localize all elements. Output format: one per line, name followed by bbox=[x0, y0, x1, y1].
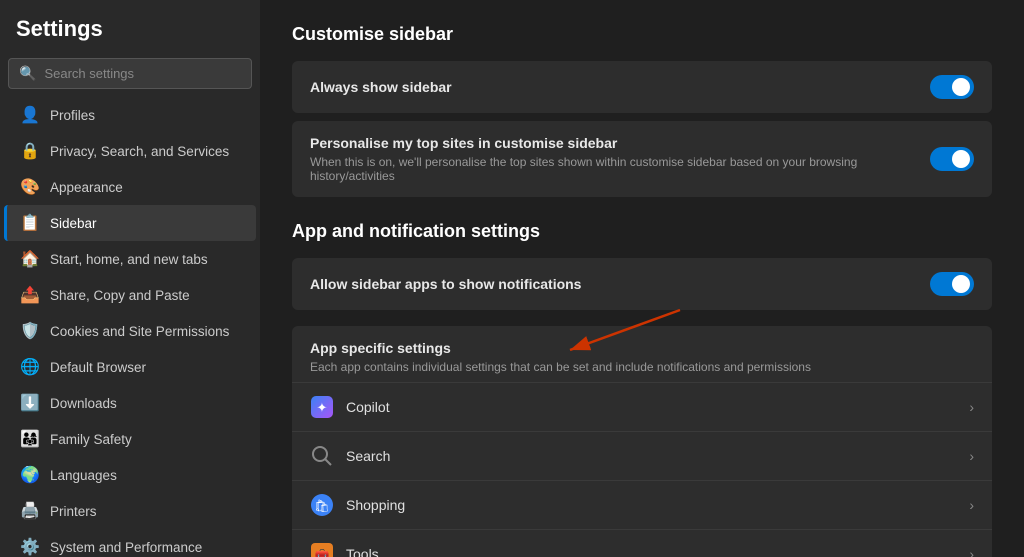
tools-app-icon: 🧰 bbox=[310, 542, 334, 557]
start-home-label: Start, home, and new tabs bbox=[50, 252, 208, 267]
shopping-app-label: Shopping bbox=[346, 497, 405, 513]
nav-list: 👤 Profiles 🔒 Privacy, Search, and Servic… bbox=[0, 97, 260, 557]
allow-notifications-label: Allow sidebar apps to show notifications bbox=[310, 276, 581, 292]
personalise-top-sites-card: Personalise my top sites in customise si… bbox=[292, 121, 992, 197]
sidebar-label: Sidebar bbox=[50, 216, 97, 231]
sidebar-item-printers[interactable]: 🖨️ Printers bbox=[4, 493, 256, 529]
sidebar-item-system-perf[interactable]: ⚙️ System and Performance bbox=[4, 529, 256, 557]
sidebar-item-family-safety[interactable]: 👨‍👩‍👧 Family Safety bbox=[4, 421, 256, 457]
languages-label: Languages bbox=[50, 468, 117, 483]
appearance-label: Appearance bbox=[50, 180, 123, 195]
copilot-app-icon: ✦ bbox=[310, 395, 334, 419]
app-specific-section: App specific settings Each app contains … bbox=[292, 326, 992, 557]
family-safety-icon: 👨‍👩‍👧 bbox=[20, 429, 40, 449]
app-item-tools[interactable]: 🧰 Tools › bbox=[292, 530, 992, 557]
svg-text:✦: ✦ bbox=[317, 400, 328, 415]
sidebar: Settings 🔍 👤 Profiles 🔒 Privacy, Search,… bbox=[0, 0, 260, 557]
always-show-sidebar-card: Always show sidebar bbox=[292, 61, 992, 113]
family-safety-label: Family Safety bbox=[50, 432, 132, 447]
sidebar-item-profiles[interactable]: 👤 Profiles bbox=[4, 97, 256, 133]
privacy-icon: 🔒 bbox=[20, 141, 40, 161]
printers-label: Printers bbox=[50, 504, 97, 519]
search-app-label: Search bbox=[346, 448, 390, 464]
tools-chevron-icon: › bbox=[969, 546, 974, 557]
sidebar-item-share-copy[interactable]: 📤 Share, Copy and Paste bbox=[4, 277, 256, 313]
appearance-icon: 🎨 bbox=[20, 177, 40, 197]
svg-text:🛍: 🛍 bbox=[314, 499, 329, 513]
allow-notifications-card: Allow sidebar apps to show notifications bbox=[292, 258, 992, 310]
search-container[interactable]: 🔍 bbox=[8, 58, 252, 89]
sidebar-item-downloads[interactable]: ⬇️ Downloads bbox=[4, 385, 256, 421]
start-home-icon: 🏠 bbox=[20, 249, 40, 269]
search-icon: 🔍 bbox=[19, 65, 36, 82]
tools-app-label: Tools bbox=[346, 546, 379, 557]
search-app-icon bbox=[310, 444, 334, 468]
main-content: Customise sidebar Always show sidebar Pe… bbox=[260, 0, 1024, 557]
profiles-icon: 👤 bbox=[20, 105, 40, 125]
default-browser-label: Default Browser bbox=[50, 360, 146, 375]
app-specific-desc: Each app contains individual settings th… bbox=[310, 360, 974, 374]
app-item-search[interactable]: Search › bbox=[292, 432, 992, 481]
search-input[interactable] bbox=[44, 66, 241, 81]
svg-text:🧰: 🧰 bbox=[315, 548, 330, 557]
downloads-label: Downloads bbox=[50, 396, 117, 411]
downloads-icon: ⬇️ bbox=[20, 393, 40, 413]
sidebar-title: Settings bbox=[0, 16, 260, 58]
app-notification-title: App and notification settings bbox=[292, 221, 992, 242]
share-copy-icon: 📤 bbox=[20, 285, 40, 305]
languages-icon: 🌍 bbox=[20, 465, 40, 485]
always-show-label: Always show sidebar bbox=[310, 79, 930, 95]
app-item-shopping[interactable]: 🛍 Shopping › bbox=[292, 481, 992, 530]
sidebar-item-default-browser[interactable]: 🌐 Default Browser bbox=[4, 349, 256, 385]
sidebar-item-start-home[interactable]: 🏠 Start, home, and new tabs bbox=[4, 241, 256, 277]
sidebar-item-sidebar[interactable]: 📋 Sidebar bbox=[4, 205, 256, 241]
privacy-label: Privacy, Search, and Services bbox=[50, 144, 229, 159]
notifications-toggle[interactable] bbox=[930, 272, 974, 296]
app-item-copilot[interactable]: ✦ Copilot › bbox=[292, 383, 992, 432]
system-perf-label: System and Performance bbox=[50, 540, 202, 555]
main-wrapper: Customise sidebar Always show sidebar Pe… bbox=[260, 0, 1024, 557]
copilot-chevron-icon: › bbox=[969, 399, 974, 415]
app-list: ✦ Copilot › Search › 🛍 Shopping › 🧰 Tool… bbox=[292, 383, 992, 557]
default-browser-icon: 🌐 bbox=[20, 357, 40, 377]
personalise-label: Personalise my top sites in customise si… bbox=[310, 135, 930, 151]
always-show-toggle[interactable] bbox=[930, 75, 974, 99]
shopping-chevron-icon: › bbox=[969, 497, 974, 513]
personalise-toggle[interactable] bbox=[930, 147, 974, 171]
customise-sidebar-title: Customise sidebar bbox=[292, 24, 992, 45]
cookies-icon: 🛡️ bbox=[20, 321, 40, 341]
sidebar-icon: 📋 bbox=[20, 213, 40, 233]
app-specific-title: App specific settings bbox=[310, 340, 974, 356]
system-perf-icon: ⚙️ bbox=[20, 537, 40, 557]
shopping-app-icon: 🛍 bbox=[310, 493, 334, 517]
sidebar-item-privacy[interactable]: 🔒 Privacy, Search, and Services bbox=[4, 133, 256, 169]
search-chevron-icon: › bbox=[969, 448, 974, 464]
share-copy-label: Share, Copy and Paste bbox=[50, 288, 190, 303]
cookies-label: Cookies and Site Permissions bbox=[50, 324, 229, 339]
sidebar-item-appearance[interactable]: 🎨 Appearance bbox=[4, 169, 256, 205]
profiles-label: Profiles bbox=[50, 108, 95, 123]
app-notification-section: App and notification settings Allow side… bbox=[292, 221, 992, 557]
sidebar-item-cookies[interactable]: 🛡️ Cookies and Site Permissions bbox=[4, 313, 256, 349]
personalise-desc: When this is on, we'll personalise the t… bbox=[310, 155, 930, 183]
sidebar-item-languages[interactable]: 🌍 Languages bbox=[4, 457, 256, 493]
printers-icon: 🖨️ bbox=[20, 501, 40, 521]
copilot-app-label: Copilot bbox=[346, 399, 390, 415]
customise-sidebar-section: Customise sidebar Always show sidebar Pe… bbox=[292, 24, 992, 197]
